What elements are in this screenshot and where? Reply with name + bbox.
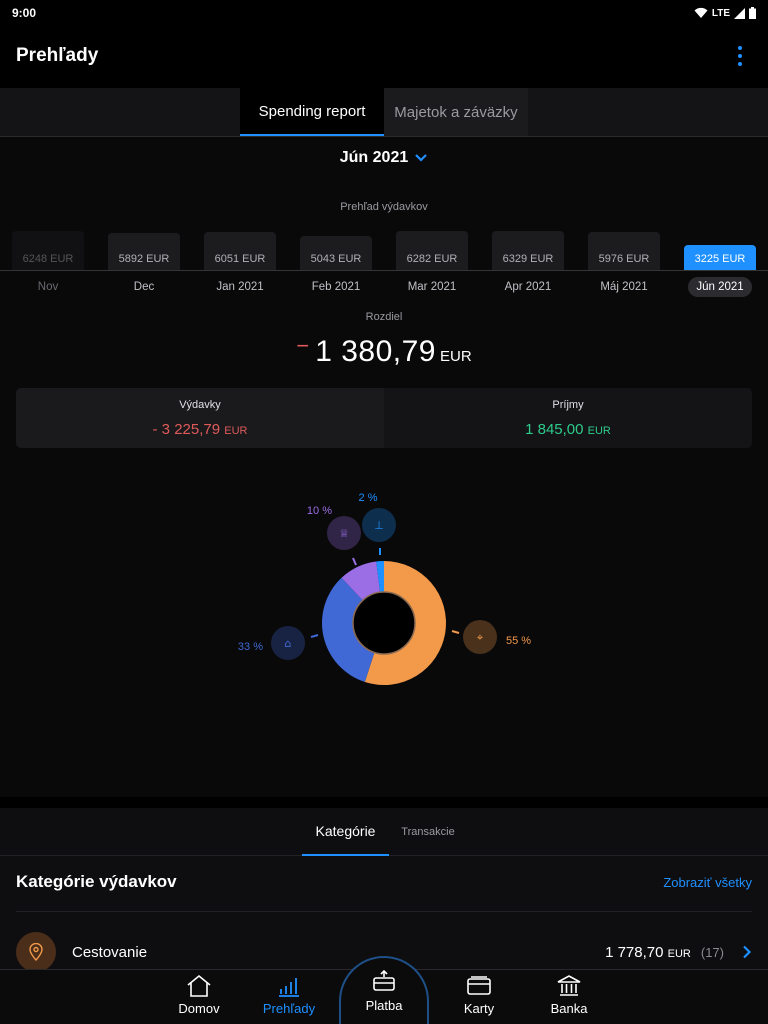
month-selector[interactable]: Jún 2021 — [0, 149, 768, 167]
month-label: Jún 2021 — [339, 149, 409, 166]
nav-overviews-label: Prehľady — [262, 1001, 316, 1016]
tab-spending-report[interactable]: Spending report — [240, 88, 384, 136]
x-axis-label[interactable]: Apr 2021 — [480, 281, 576, 293]
pipe-icon-glyph: ⊥ — [374, 519, 384, 532]
category-amount: 1 778,70 EUR — [605, 943, 691, 961]
bar-1[interactable]: 5892 EUR — [108, 233, 180, 270]
top-tabs: Spending report Majetok a záväzky — [0, 88, 768, 137]
expenses-amount: - 3 225,79 EUR — [152, 420, 248, 438]
bar-3[interactable]: 5043 EUR — [300, 236, 372, 270]
bar-value-label: 6282 EUR — [406, 253, 458, 265]
donut-percent-label: 2 % — [359, 492, 378, 504]
difference-sign: − — [296, 333, 310, 358]
bottom-nav: Domov Prehľady Platba Karty Banka — [0, 956, 768, 1024]
chart-baseline — [0, 270, 768, 271]
income-amount: 1 845,00 EUR — [525, 420, 611, 438]
income-summary[interactable]: Príjmy 1 845,00 EUR — [384, 388, 752, 448]
cards-icon — [467, 976, 491, 995]
overview-label: Prehľad výdavkov — [340, 201, 428, 213]
bar-5[interactable]: 6329 EUR — [492, 231, 564, 270]
donut-leader-line — [352, 557, 357, 566]
income-label: Príjmy — [552, 398, 584, 411]
divider — [16, 911, 752, 912]
status-icons: LTE — [694, 7, 756, 19]
spending-report-content: Jún 2021 Prehľad výdavkov 6248 EUR 5892 E… — [0, 137, 768, 797]
difference-label: Rozdiel — [365, 311, 403, 323]
difference-currency: EUR — [439, 348, 472, 365]
sub-tabs: Kategórie Transakcie — [0, 808, 768, 856]
bar-0[interactable]: 6248 EUR — [12, 231, 84, 270]
signal-icon — [734, 7, 745, 19]
more-options-button[interactable] — [728, 41, 752, 71]
tab-categories[interactable]: Kategórie — [302, 808, 389, 856]
summary-card: Výdavky - 3 225,79 EUR Príjmy 1 845,00 E… — [16, 388, 752, 448]
categories-title: Kategórie výdavkov — [16, 872, 177, 891]
bar-value-label: 5892 EUR — [118, 253, 170, 265]
status-bar: 9:00 LTE — [0, 0, 768, 26]
tab-transactions[interactable]: Transakcie — [392, 808, 464, 856]
nav-bank-label: Banka — [550, 1001, 588, 1016]
nav-cards-label: Karty — [463, 1001, 495, 1016]
bar-value-label: 5976 EUR — [598, 253, 650, 265]
more-vert-icon — [738, 46, 742, 50]
bar-value-label: 5043 EUR — [310, 253, 362, 265]
donut-percent-label: 10 % — [307, 505, 332, 517]
page-title: Prehľady — [16, 45, 99, 66]
donut-center — [352, 591, 416, 655]
tab-assets-liabilities[interactable]: Majetok a záväzky — [384, 88, 528, 136]
donut-percent-label: 33 % — [238, 641, 263, 653]
wifi-icon — [694, 7, 708, 18]
battery-icon — [749, 7, 756, 19]
nav-payment-label: Platba — [365, 998, 403, 1013]
bar-4[interactable]: 6282 EUR — [396, 231, 468, 270]
home-icon — [187, 974, 211, 997]
x-axis-label[interactable]: Mar 2021 — [384, 281, 480, 293]
bar-2[interactable]: 6051 EUR — [204, 232, 276, 270]
expenses-label: Výdavky — [179, 398, 221, 411]
home-icon-glyph: ⌂ — [285, 637, 292, 650]
donut-svg: ⌖ 55 % ⌂ 33 % ♕ 10 % ⊥ 2 % — [238, 492, 531, 685]
bar-chart-icon — [279, 978, 299, 997]
difference-value: −1 380,79 EUR — [0, 333, 768, 369]
payment-icon — [373, 970, 395, 991]
category-count: (17) — [700, 944, 724, 960]
nav-bank[interactable]: Banka — [524, 974, 614, 1024]
expenses-summary[interactable]: Výdavky - 3 225,79 EUR — [16, 388, 384, 448]
nav-cards[interactable]: Karty — [434, 974, 524, 1024]
nav-home[interactable]: Domov — [154, 974, 244, 1024]
bar-value-label: 3225 EUR — [694, 253, 746, 265]
x-axis-label[interactable]: Feb 2021 — [288, 281, 384, 293]
location-pin-icon — [16, 932, 56, 972]
bar-value-label: 6248 EUR — [22, 253, 74, 265]
bank-icon — [557, 975, 581, 996]
x-axis-label[interactable]: Máj 2021 — [576, 281, 672, 293]
categories-header: Kategórie výdavkov Zobraziť všetky — [16, 872, 752, 892]
bottom-panel: Kategórie Transakcie Kategórie výdavkov … — [0, 808, 768, 972]
category-donut-chart[interactable]: ⌖ 55 % ⌂ 33 % ♕ 10 % ⊥ 2 % — [0, 477, 768, 717]
network-label: LTE — [711, 7, 730, 19]
donut-leader-line — [310, 634, 319, 638]
bar-7[interactable]: 3225 EUR — [684, 245, 756, 270]
donut-leader-line — [451, 630, 460, 634]
category-name: Cestovanie — [72, 943, 148, 961]
nav-home-label: Domov — [178, 1001, 220, 1016]
show-all-link[interactable]: Zobraziť všetky — [663, 875, 752, 890]
chef-hat-icon-glyph: ♕ — [339, 527, 349, 540]
location-pin-icon-glyph: ⌖ — [477, 631, 483, 644]
x-axis-label[interactable]: Nov — [0, 281, 96, 293]
bar-value-label: 6329 EUR — [502, 253, 554, 265]
x-axis-label[interactable]: Jan 2021 — [192, 281, 288, 293]
nav-overviews[interactable]: Prehľady — [244, 974, 334, 1024]
x-axis-label[interactable]: Dec — [96, 281, 192, 293]
app-bar: Prehľady — [0, 26, 768, 86]
chevron-down-icon — [415, 153, 428, 162]
x-axis-label[interactable]: Jún 2021 — [672, 277, 768, 297]
donut-percent-label: 55 % — [506, 635, 531, 647]
bar-value-label: 6051 EUR — [214, 253, 266, 265]
chevron-right-icon — [743, 945, 752, 959]
difference-amount: 1 380,79 — [315, 335, 436, 368]
bar-6[interactable]: 5976 EUR — [588, 232, 660, 270]
status-time: 9:00 — [12, 6, 37, 20]
